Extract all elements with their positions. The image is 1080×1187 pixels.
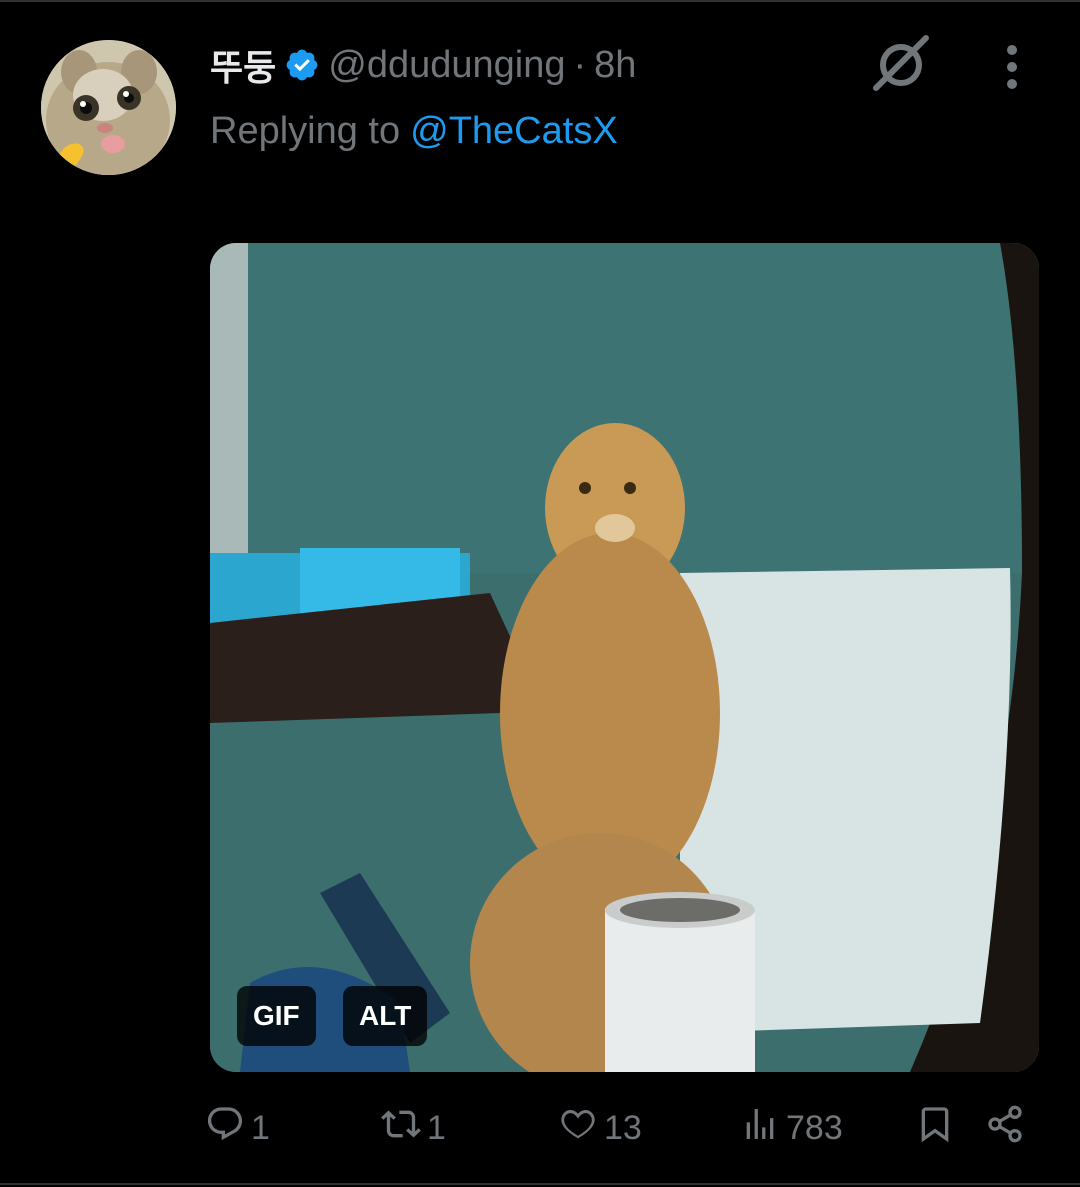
handle[interactable]: @ddudunging	[328, 44, 565, 87]
replying-to-link[interactable]: @TheCatsX	[410, 110, 618, 153]
repost-count: 1	[427, 1108, 446, 1147]
repost-button[interactable]: 1	[381, 1100, 446, 1156]
verified-badge-icon	[284, 47, 320, 83]
share-icon	[985, 1104, 1025, 1153]
more-vertical-icon[interactable]	[990, 40, 1034, 96]
top-divider	[0, 0, 1080, 2]
comment-icon	[205, 1104, 245, 1153]
action-bar: 1 1 13 783	[205, 1100, 1035, 1156]
timestamp[interactable]: 8h	[594, 44, 636, 87]
like-count: 13	[604, 1108, 642, 1147]
tweet-header: 뚜둥 @ddudunging · 8h	[210, 40, 636, 90]
analytics-icon	[740, 1104, 780, 1153]
reply-button[interactable]: 1	[205, 1100, 270, 1156]
bookmark-icon	[915, 1104, 955, 1153]
views-count: 783	[786, 1108, 843, 1147]
avatar[interactable]	[41, 40, 176, 175]
share-button[interactable]	[985, 1100, 1025, 1156]
heart-icon	[558, 1104, 598, 1153]
views-button[interactable]: 783	[740, 1100, 843, 1156]
replying-to: Replying to @TheCatsX	[210, 106, 618, 156]
alt-button[interactable]: ALT	[343, 986, 428, 1046]
repost-icon	[381, 1104, 421, 1153]
bottom-divider	[0, 1183, 1080, 1185]
replying-prefix: Replying to	[210, 109, 401, 152]
reply-count: 1	[251, 1108, 270, 1147]
bookmark-button[interactable]	[915, 1100, 955, 1156]
media-gif[interactable]: GIF ALT	[210, 243, 1039, 1072]
display-name[interactable]: 뚜둥	[210, 39, 276, 91]
grok-icon[interactable]	[866, 30, 936, 100]
gif-badge: GIF	[237, 986, 316, 1046]
separator-dot: ·	[573, 43, 587, 86]
like-button[interactable]: 13	[558, 1100, 642, 1156]
